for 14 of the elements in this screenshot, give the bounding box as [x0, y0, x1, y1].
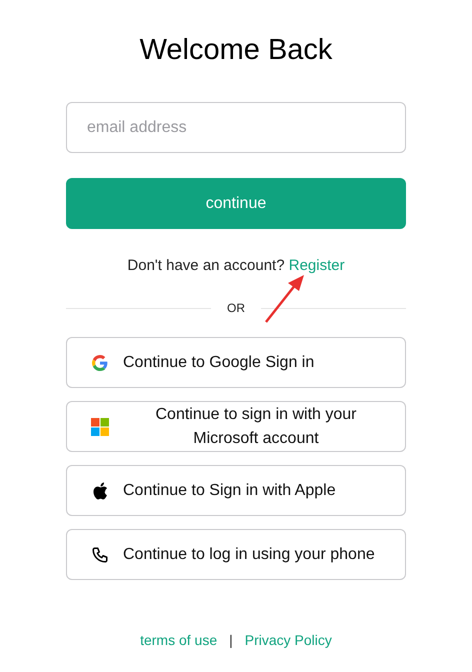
sign-in-button[interactable]: Continue to log in using your phone [66, 529, 406, 580]
phone-icon [91, 546, 109, 564]
google-icon [92, 354, 108, 370]
sign-in-button[interactable]: Continue to Sign in with Apple [66, 465, 406, 516]
sign-in-button[interactable]: Continue to sign in with your Microsoft account [66, 401, 406, 452]
apple-icon [92, 482, 108, 500]
register-prompt: Don't have an account? Register [126, 257, 346, 275]
windows-logo-icon [91, 418, 109, 436]
sign-in-button[interactable]: Continue to Google Sign in [66, 337, 406, 388]
separator: | [229, 632, 233, 648]
page-title: Welcome Back [138, 33, 334, 68]
annotation-arrow [265, 275, 304, 323]
email-field[interactable]: email address [66, 102, 406, 153]
or-divider-label: OR [226, 301, 246, 315]
